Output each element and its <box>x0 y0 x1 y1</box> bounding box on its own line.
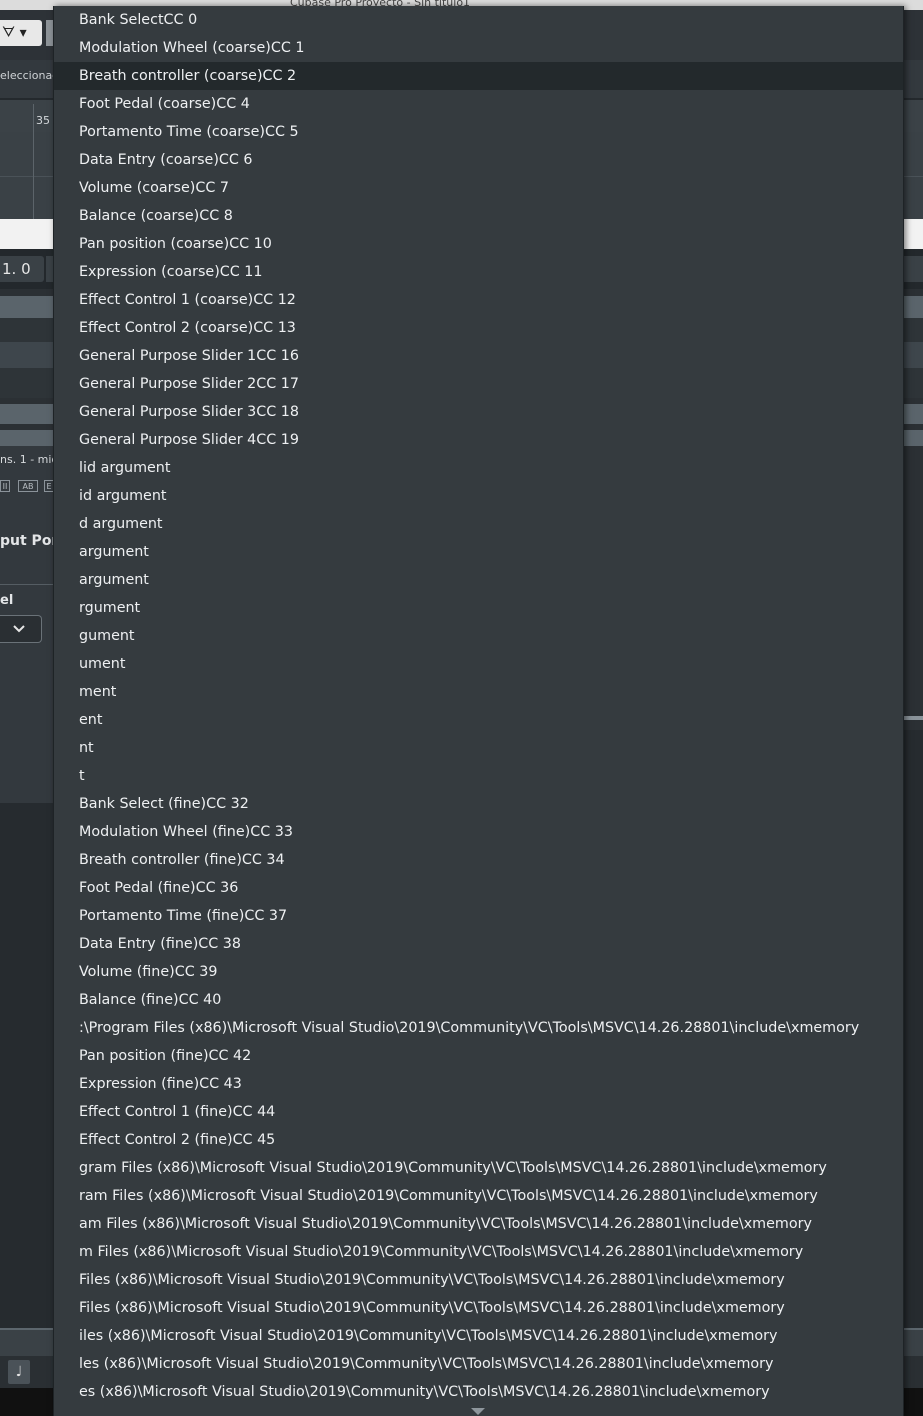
ruler-grid-line <box>33 104 34 219</box>
dropdown-item[interactable]: Effect Control 1 (coarse)CC 12 <box>54 286 903 314</box>
dropdown-item[interactable]: gument <box>54 622 903 650</box>
dropdown-item[interactable]: Effect Control 2 (fine)CC 45 <box>54 1126 903 1154</box>
inspector-divider <box>0 584 54 585</box>
dropdown-item[interactable]: Balance (coarse)CC 8 <box>54 202 903 230</box>
dropdown-item[interactable]: ment <box>54 678 903 706</box>
chevron-down-icon <box>13 625 25 633</box>
dropdown-item[interactable]: m Files (x86)\Microsoft Visual Studio\20… <box>54 1238 903 1266</box>
dropdown-item[interactable]: General Purpose Slider 3CC 18 <box>54 398 903 426</box>
note-icon[interactable]: ♩ <box>8 1360 30 1384</box>
dropdown-item[interactable]: Files (x86)\Microsoft Visual Studio\2019… <box>54 1266 903 1294</box>
dropdown-item[interactable]: Bank SelectCC 0 <box>54 6 903 34</box>
dropdown-item[interactable]: General Purpose Slider 1CC 16 <box>54 342 903 370</box>
dropdown-item[interactable]: Breath controller (coarse)CC 2 <box>54 62 903 90</box>
dropdown-item[interactable]: Balance (fine)CC 40 <box>54 986 903 1014</box>
channel-label: el <box>0 593 14 608</box>
dropdown-item[interactable]: lid argument <box>54 454 903 482</box>
dropdown-item[interactable]: ent <box>54 706 903 734</box>
dropdown-item[interactable]: argument <box>54 566 903 594</box>
dropdown-item[interactable]: am Files (x86)\Microsoft Visual Studio\2… <box>54 1210 903 1238</box>
controller-dropdown-menu[interactable]: Bank SelectCC 0 Modulation Wheel (coarse)… <box>53 6 904 1416</box>
dropdown-item[interactable]: Effect Control 2 (coarse)CC 13 <box>54 314 903 342</box>
dropdown-item[interactable]: Foot Pedal (coarse)CC 4 <box>54 90 903 118</box>
dropdown-item[interactable]: gram Files (x86)\Microsoft Visual Studio… <box>54 1154 903 1182</box>
dropdown-item[interactable]: iles (x86)\Microsoft Visual Studio\2019\… <box>54 1322 903 1350</box>
info-line-label: eleccionad <box>0 69 60 82</box>
position-field[interactable]: 1. 0 <box>0 256 44 282</box>
dropdown-item[interactable]: Pan position (coarse)CC 10 <box>54 230 903 258</box>
toolbar-tool-button[interactable]: ᗊ ▾ <box>0 20 42 46</box>
dropdown-item[interactable]: argument <box>54 538 903 566</box>
dropdown-item[interactable]: Modulation Wheel (fine)CC 33 <box>54 818 903 846</box>
dropdown-item[interactable]: Portamento Time (coarse)CC 5 <box>54 118 903 146</box>
right-divider <box>903 716 923 720</box>
inspector-track-name: ns. 1 - mid <box>0 453 59 466</box>
dropdown-item[interactable]: General Purpose Slider 2CC 17 <box>54 370 903 398</box>
right-toolbar-button[interactable] <box>903 256 923 282</box>
dropdown-item[interactable]: Files (x86)\Microsoft Visual Studio\2019… <box>54 1294 903 1322</box>
dropdown-item[interactable]: Effect Control 1 (fine)CC 44 <box>54 1098 903 1126</box>
dropdown-item[interactable]: Volume (fine)CC 39 <box>54 958 903 986</box>
dropdown-item[interactable]: :\Program Files (x86)\Microsoft Visual S… <box>54 1014 903 1042</box>
dropdown-item[interactable]: Volume (coarse)CC 7 <box>54 174 903 202</box>
dropdown-item[interactable]: Expression (coarse)CC 11 <box>54 258 903 286</box>
output-routing-label: put Por <box>0 533 59 549</box>
inspector-icon-row: II AB E <box>0 480 54 494</box>
cubase-screen: Cubase Pro Proyecto - Sin título1 ᗊ ▾ el… <box>0 0 923 1416</box>
dropdown-item[interactable]: Bank Select (fine)CC 32 <box>54 790 903 818</box>
dropdown-item[interactable]: Expression (fine)CC 43 <box>54 1070 903 1098</box>
dropdown-item[interactable]: nt <box>54 734 903 762</box>
dropdown-item[interactable]: les (x86)\Microsoft Visual Studio\2019\C… <box>54 1350 903 1378</box>
dropdown-item-list: Bank SelectCC 0 Modulation Wheel (coarse)… <box>54 6 903 1406</box>
dropdown-item[interactable]: General Purpose Slider 4CC 19 <box>54 426 903 454</box>
dropdown-item[interactable]: Data Entry (fine)CC 38 <box>54 930 903 958</box>
dropdown-item[interactable]: id argument <box>54 482 903 510</box>
inspector-toggle-icon-2[interactable]: AB <box>18 480 38 492</box>
dropdown-item[interactable]: ram Files (x86)\Microsoft Visual Studio\… <box>54 1182 903 1210</box>
dropdown-item[interactable]: ument <box>54 650 903 678</box>
ruler-bar-number: 35 <box>36 114 50 127</box>
dropdown-item[interactable]: d argument <box>54 510 903 538</box>
dropdown-item[interactable]: t <box>54 762 903 790</box>
dropdown-item[interactable]: Modulation Wheel (coarse)CC 1 <box>54 34 903 62</box>
right-lower-area <box>903 730 923 1340</box>
inspector-toggle-icon-1[interactable]: II <box>0 480 10 492</box>
dropdown-item[interactable]: Portamento Time (fine)CC 37 <box>54 902 903 930</box>
dropdown-item[interactable]: Pan position (fine)CC 42 <box>54 1042 903 1070</box>
inspector-lower-area <box>0 803 54 1343</box>
dropdown-item[interactable]: Breath controller (fine)CC 34 <box>54 846 903 874</box>
dropdown-item[interactable]: rgument <box>54 594 903 622</box>
channel-select[interactable] <box>0 615 42 643</box>
dropdown-item[interactable]: Data Entry (coarse)CC 6 <box>54 146 903 174</box>
dropdown-item[interactable]: es (x86)\Microsoft Visual Studio\2019\Co… <box>54 1378 903 1406</box>
triangle-down-icon[interactable] <box>471 1408 485 1415</box>
dropdown-item[interactable]: Foot Pedal (fine)CC 36 <box>54 874 903 902</box>
